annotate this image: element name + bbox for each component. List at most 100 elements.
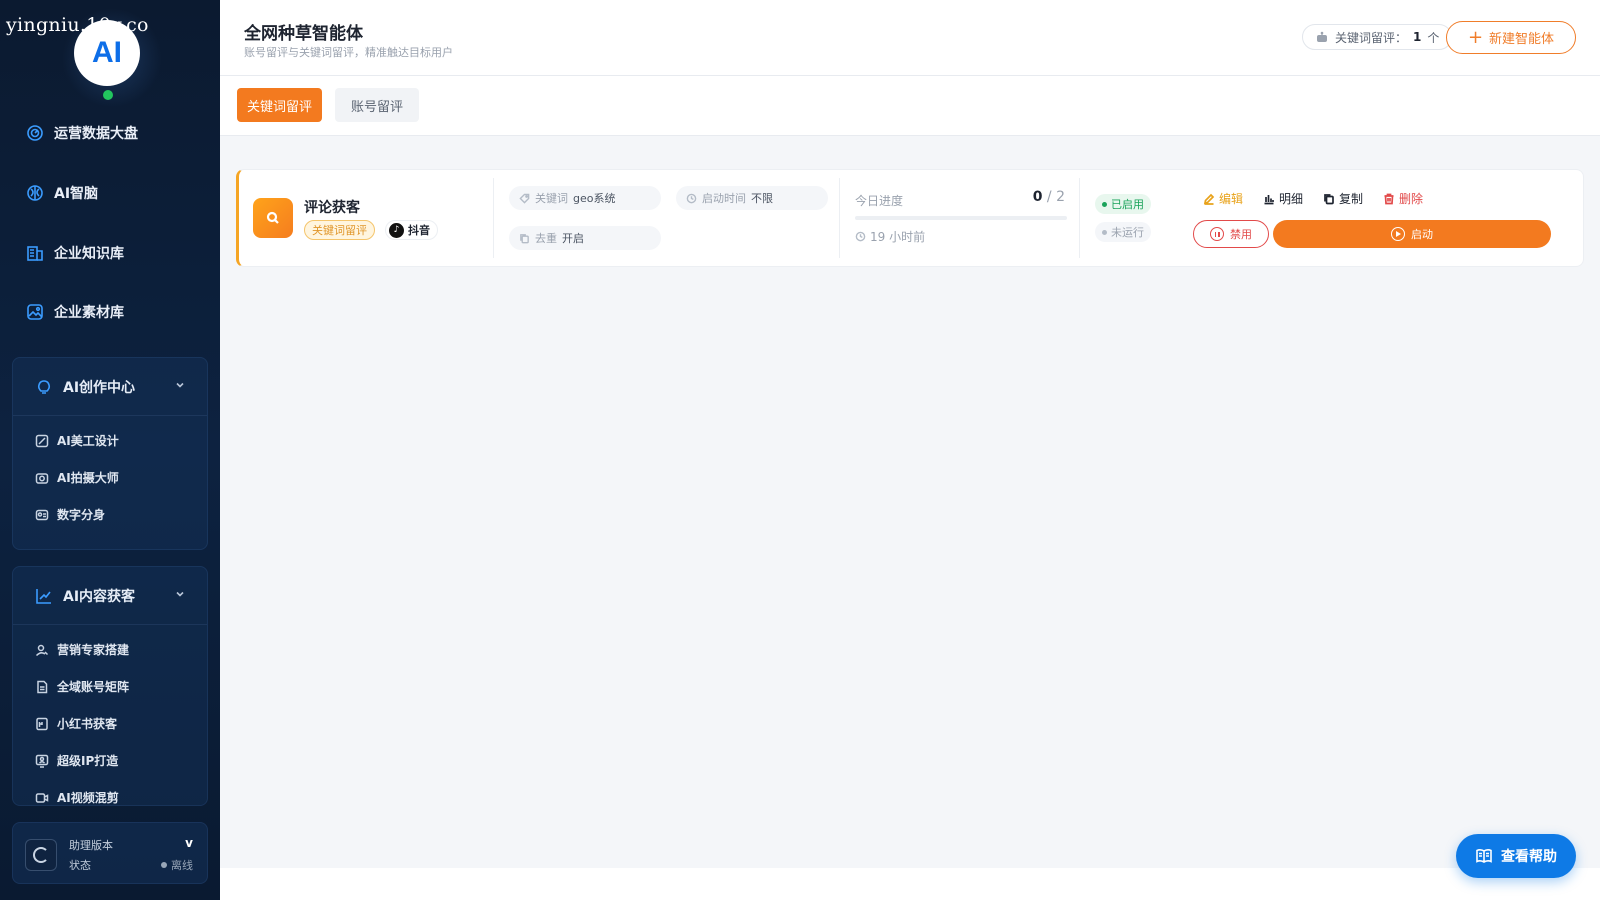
image-icon [27, 304, 43, 320]
start-time-value: 不限 [751, 192, 773, 205]
sidebar-item-ai-photo[interactable]: AI拍摄大师 [13, 459, 207, 496]
status-enabled-text: 已启用 [1111, 198, 1144, 211]
group-header-ai-content[interactable]: AI内容获客 [13, 567, 207, 625]
nav-item-knowledge[interactable]: 企业知识库 [26, 243, 124, 263]
online-status-dot [103, 90, 113, 100]
group-title: AI创作中心 [63, 379, 136, 396]
nav-item-assets[interactable]: 企业素材库 [26, 302, 124, 322]
sidebar-item-ai-design[interactable]: AI美工设计 [13, 422, 207, 459]
sidebar-item-label: AI拍摄大师 [57, 471, 119, 485]
sidebar: yingniu.10v.co AI 运营数据大盘 AI智脑 企业知识库 企业素材… [0, 0, 220, 900]
detail-label: 明细 [1279, 192, 1304, 206]
knowledge-icon [27, 246, 43, 261]
nav-item-label: 企业素材库 [54, 305, 124, 321]
group-header-ai-creation[interactable]: AI创作中心 [13, 358, 207, 416]
chart-line-icon [36, 588, 51, 604]
brain-icon [27, 185, 43, 201]
edit-button[interactable]: 编辑 [1203, 190, 1243, 207]
platform-tag: ♪ 抖音 [385, 220, 438, 240]
assistant-status-label: 状态 [69, 859, 91, 872]
dashboard-icon [27, 125, 43, 141]
avatar-card-icon [35, 509, 49, 520]
sidebar-item-label: 小红书获客 [57, 717, 118, 731]
start-time-label: 启动时间 [702, 192, 746, 205]
disable-button[interactable]: 禁用 [1193, 220, 1269, 248]
delete-label: 删除 [1399, 192, 1424, 206]
sidebar-item-label: 数字分身 [57, 508, 106, 522]
group-title: AI内容获客 [63, 588, 136, 605]
disable-label: 禁用 [1230, 228, 1252, 241]
offline-dot-icon [161, 862, 167, 868]
trash-icon [1384, 193, 1394, 204]
keyword-pill: 关键词 geo系统 [509, 186, 661, 210]
last-run-text: 19 小时前 [870, 230, 926, 244]
status-running-text: 未运行 [1111, 226, 1144, 239]
divider [493, 178, 494, 258]
assistant-status-card[interactable]: 助理版本 状态 v 离线 [12, 822, 208, 884]
progress-done: 0 [1032, 189, 1043, 205]
sidebar-item-marketing-expert[interactable]: 营销专家搭建 [13, 631, 207, 668]
nav-item-label: AI智脑 [54, 186, 99, 202]
bar-chart-icon [1264, 194, 1274, 204]
sidebar-item-xiaohongshu[interactable]: 小红书获客 [13, 705, 207, 742]
new-agent-label: 新建智能体 [1489, 32, 1555, 47]
keyword-label: 关键词 [535, 192, 568, 205]
tag-icon [519, 193, 530, 204]
status-badge-running: 未运行 [1095, 222, 1151, 242]
new-agent-button[interactable]: + 新建智能体 [1446, 21, 1576, 54]
agent-card: 评论获客 关键词留评 ♪ 抖音 关键词 geo系统 启动时间 不限 去重 开启 今日进… [236, 169, 1584, 267]
keyword-comment-counter: 关键词留评： 1 个 [1302, 24, 1453, 50]
sidebar-item-label: 营销专家搭建 [57, 643, 130, 657]
copy-button[interactable]: 复制 [1323, 190, 1363, 207]
dedupe-value: 开启 [562, 232, 584, 245]
douyin-icon: ♪ [389, 222, 404, 238]
camera-icon [35, 472, 49, 484]
progress-value: 0 / 2 [1029, 189, 1065, 205]
detail-button[interactable]: 明细 [1263, 190, 1303, 207]
progress-label: 今日进度 [855, 194, 904, 208]
pencil-icon [1203, 193, 1215, 205]
play-icon [1391, 227, 1405, 241]
sidebar-item-digital-avatar[interactable]: 数字分身 [13, 496, 207, 533]
status-dot-icon [1102, 201, 1107, 207]
clock-icon [686, 193, 697, 203]
edit-label: 编辑 [1219, 192, 1244, 206]
nav-item-dashboard[interactable]: 运营数据大盘 [26, 123, 138, 143]
sidebar-item-account-matrix[interactable]: 全域账号矩阵 [13, 668, 207, 705]
divider [1079, 178, 1080, 258]
assistant-status-value: 离线 [161, 857, 193, 873]
tab-account-comment[interactable]: 账号留评 [335, 88, 420, 122]
tab-keyword-comment[interactable]: 关键词留评 [237, 88, 323, 122]
monitor-user-icon [35, 754, 49, 768]
start-time-pill: 启动时间 不限 [676, 186, 828, 210]
design-icon [35, 434, 49, 447]
sidebar-item-label: AI视频混剪 [57, 791, 119, 805]
agent-name: 评论获客 [304, 200, 360, 216]
nav-group-ai-creation: AI创作中心 AI美工设计 AI拍摄大师 数字分身 [12, 357, 208, 550]
agent-avatar [253, 198, 293, 238]
delete-button[interactable]: 删除 [1383, 190, 1423, 207]
copy-icon [1324, 193, 1334, 204]
counter-label: 关键词留评： [1335, 30, 1408, 45]
chevron-down-icon [176, 591, 184, 597]
start-button[interactable]: 启动 [1273, 220, 1551, 248]
sidebar-item-super-ip[interactable]: 超级IP打造 [13, 742, 207, 779]
assistant-version-label: 助理版本 [69, 839, 113, 852]
clock-icon [855, 231, 866, 242]
platform-name: 抖音 [408, 224, 430, 237]
video-icon [35, 792, 49, 803]
page-title: 全网种草智能体 [244, 24, 363, 44]
copy-label: 复制 [1339, 192, 1364, 206]
nav-group-ai-content: AI内容获客 营销专家搭建 全域账号矩阵 小红书获客 超级IP打造 AI视频混剪 [12, 566, 208, 806]
nav-item-label: 运营数据大盘 [54, 126, 138, 142]
help-button[interactable]: 查看帮助 [1456, 834, 1576, 878]
page-header: 全网种草智能体 账号留评与关键词留评，精准触达目标用户 关键词留评： 1 个 + 新… [220, 0, 1600, 76]
loading-icon [25, 839, 57, 871]
main-content: 全网种草智能体 账号留评与关键词留评，精准触达目标用户 关键词留评： 1 个 + 新… [220, 0, 1600, 900]
chevron-down-icon [176, 382, 184, 388]
help-label: 查看帮助 [1501, 849, 1557, 865]
agent-type-badge: 关键词留评 [304, 220, 375, 240]
sidebar-item-ai-video[interactable]: AI视频混剪 [13, 779, 207, 805]
nav-item-ai-brain[interactable]: AI智脑 [26, 183, 98, 203]
progress-total: / 2 [1046, 189, 1065, 205]
